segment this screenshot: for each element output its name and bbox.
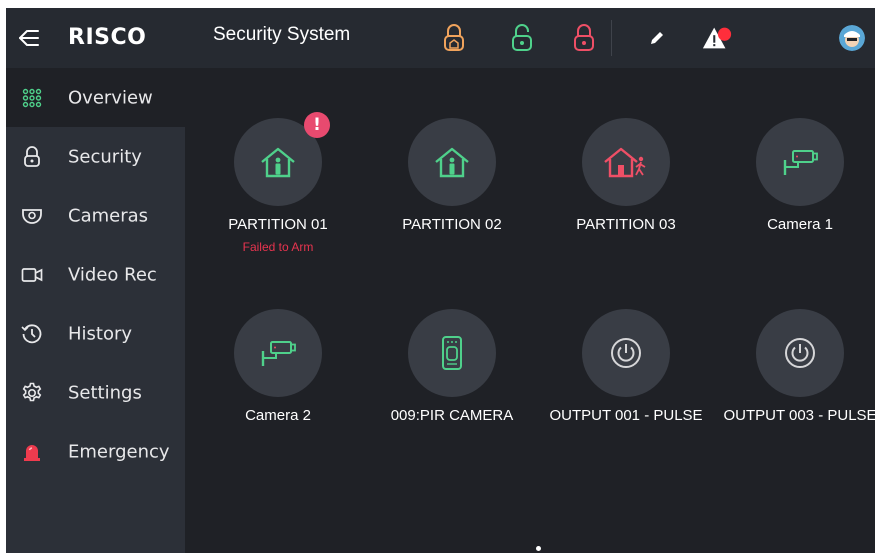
sidebar-item-label: Security (68, 146, 142, 167)
tile-icon-circle (582, 118, 670, 206)
brand-name: RISCO (68, 25, 147, 50)
power-icon (785, 338, 815, 368)
security-camera-icon (261, 341, 296, 366)
house-person-icon (261, 147, 295, 178)
tile-output-001[interactable]: OUTPUT 001 - PULSE (539, 309, 713, 469)
dome-camera-icon (21, 205, 43, 227)
sidebar-item-cameras[interactable]: Cameras (6, 186, 185, 245)
alert-badge: ! (304, 112, 330, 138)
tile-icon-circle (582, 309, 670, 397)
tile-label: OUTPUT 003 - PULSE (723, 407, 875, 424)
security-camera-icon (783, 150, 818, 175)
tile-camera-1[interactable]: Camera 1 (713, 118, 875, 278)
sidebar-header: RISCO (6, 8, 185, 68)
grid-dots-icon (21, 87, 43, 109)
tile-label: PARTITION 01 (228, 216, 328, 233)
brand-logo: RISCO (68, 22, 146, 54)
arm-lock-icon[interactable] (568, 22, 600, 54)
tile-icon-circle (756, 309, 844, 397)
sidebar-item-overview[interactable]: Overview (6, 68, 185, 127)
tile-icon-circle (234, 309, 322, 397)
sidebar-item-history[interactable]: History (6, 304, 185, 363)
page-indicator (536, 546, 541, 551)
page-title: Security System (213, 24, 351, 45)
padlock-icon (21, 145, 43, 168)
tile-status: Failed to Arm (242, 240, 314, 254)
tile-label: 009:PIR CAMERA (390, 407, 514, 424)
top-bar: Security System (185, 8, 875, 68)
power-icon (611, 338, 641, 368)
arm-stay-lock-icon[interactable] (438, 22, 470, 54)
tile-label: Camera 2 (245, 407, 311, 424)
tile-camera-2[interactable]: Camera 2 (191, 309, 365, 469)
tile-partition-03[interactable]: PARTITION 03 (539, 118, 713, 278)
sidebar-item-video-rec[interactable]: Video Rec (6, 245, 185, 304)
sidebar-item-label: Emergency (68, 441, 170, 462)
pir-camera-icon (442, 336, 462, 370)
tile-pir-camera[interactable]: 009:PIR CAMERA (365, 309, 539, 469)
sidebar: RISCO Overview Security Cameras Video Re… (6, 8, 185, 553)
tile-label: PARTITION 03 (576, 216, 676, 233)
tile-label: OUTPUT 001 - PULSE (549, 407, 703, 424)
sidebar-item-label: Video Rec (68, 264, 157, 285)
siren-icon (21, 441, 43, 463)
tile-partition-02[interactable]: PARTITION 02 (365, 118, 539, 278)
sidebar-item-label: Overview (68, 87, 153, 108)
tile-icon-circle (756, 118, 844, 206)
sidebar-item-label: Cameras (68, 205, 149, 226)
app-window: RISCO Overview Security Cameras Video Re… (6, 8, 875, 553)
tile-label: PARTITION 02 (402, 216, 502, 233)
avatar[interactable] (839, 25, 865, 51)
tile-label: Camera 1 (767, 216, 833, 233)
sidebar-item-security[interactable]: Security (6, 127, 185, 186)
tile-icon-circle (408, 118, 496, 206)
edit-pencil-icon[interactable] (641, 22, 673, 54)
gear-icon (21, 382, 43, 404)
house-person-icon (435, 147, 469, 178)
collapse-menu-icon[interactable] (16, 26, 42, 50)
tile-partition-01[interactable]: ! PARTITION 01 Failed to Arm (191, 112, 365, 278)
tile-icon-circle (408, 309, 496, 397)
toolbar-divider (611, 20, 612, 56)
clock-history-icon (21, 323, 43, 345)
sidebar-item-label: Settings (68, 382, 142, 403)
sidebar-item-settings[interactable]: Settings (6, 363, 185, 422)
disarm-unlock-icon[interactable] (506, 22, 538, 54)
sidebar-item-emergency[interactable]: Emergency (6, 422, 185, 481)
tile-output-003[interactable]: OUTPUT 003 - PULSE (713, 309, 875, 469)
house-person-leaving-icon (604, 147, 646, 178)
video-camera-icon (21, 264, 43, 286)
sidebar-item-label: History (68, 323, 133, 344)
alert-triangle-icon[interactable] (701, 22, 733, 54)
